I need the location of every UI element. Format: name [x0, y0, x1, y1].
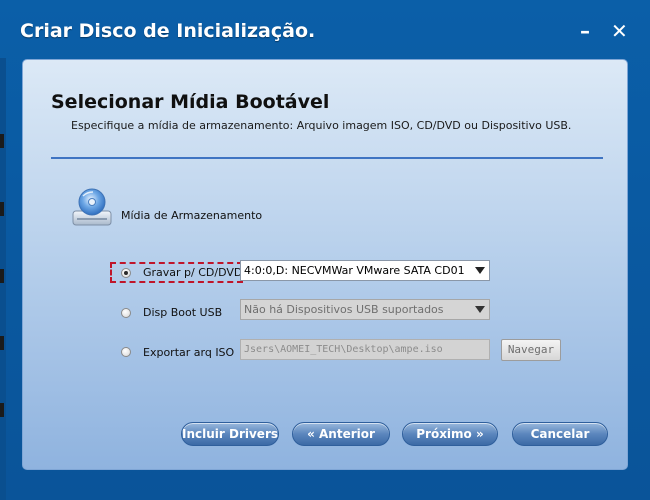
background-window-edge: [0, 58, 6, 500]
minimize-button[interactable]: –: [580, 20, 590, 42]
iso-path-input[interactable]: Jsers\AOMEI_TECH\Desktop\ampe.iso: [240, 339, 490, 360]
next-label: Próximo: [416, 427, 472, 441]
page-subtitle: Especifique a mídia de armazenamento: Ar…: [71, 119, 572, 132]
storage-media-label: Mídia de Armazenamento: [121, 209, 263, 222]
usb-device-value: Não há Dispositivos USB suportados: [244, 303, 444, 316]
option-usb-boot-device-label[interactable]: Disp Boot USB: [143, 306, 222, 319]
dropdown-arrow-icon[interactable]: [475, 267, 485, 274]
radio-export-iso[interactable]: [121, 347, 131, 357]
window-title: Criar Disco de Inicialização.: [20, 20, 316, 42]
back-button[interactable]: « Anterior: [292, 422, 390, 446]
disc-icon: [72, 188, 112, 226]
cd-dvd-drive-value: 4:0:0,D: NECVMWar VMware SATA CD01: [244, 264, 465, 277]
content-panel: Selecionar Mídia Bootável Especifique a …: [22, 59, 628, 470]
back-label: Anterior: [319, 427, 375, 441]
close-button[interactable]: ✕: [611, 20, 628, 42]
browse-button[interactable]: Navegar: [501, 339, 561, 361]
option-export-iso-label[interactable]: Exportar arq ISO: [143, 346, 234, 359]
edge-mark: [0, 403, 4, 417]
dropdown-arrow-icon[interactable]: [475, 306, 485, 313]
next-button[interactable]: Próximo »: [402, 422, 498, 446]
cancel-button[interactable]: Cancelar: [512, 422, 608, 446]
option-burn-cd-dvd-label[interactable]: Gravar p/ CD/DVD: [143, 266, 242, 279]
heading-divider: [51, 157, 603, 159]
usb-device-select[interactable]: Não há Dispositivos USB suportados: [240, 299, 490, 320]
edge-mark: [0, 134, 4, 148]
page-heading: Selecionar Mídia Bootável: [51, 91, 330, 113]
edge-mark: [0, 269, 4, 283]
cancel-label: Cancelar: [530, 427, 590, 441]
cd-dvd-drive-select[interactable]: 4:0:0,D: NECVMWar VMware SATA CD01: [240, 260, 490, 281]
double-chevron-left-icon: «: [307, 427, 315, 441]
title-bar: Criar Disco de Inicialização. – ✕: [0, 0, 650, 58]
include-drivers-button[interactable]: Incluir Drivers: [181, 422, 279, 446]
radio-usb-boot-device[interactable]: [121, 308, 131, 318]
include-drivers-label: Incluir Drivers: [182, 427, 278, 441]
edge-mark: [0, 202, 4, 216]
double-chevron-right-icon: »: [475, 427, 484, 441]
boot-disk-window: Criar Disco de Inicialização. – ✕ Seleci…: [0, 0, 650, 500]
edge-mark: [0, 336, 4, 350]
